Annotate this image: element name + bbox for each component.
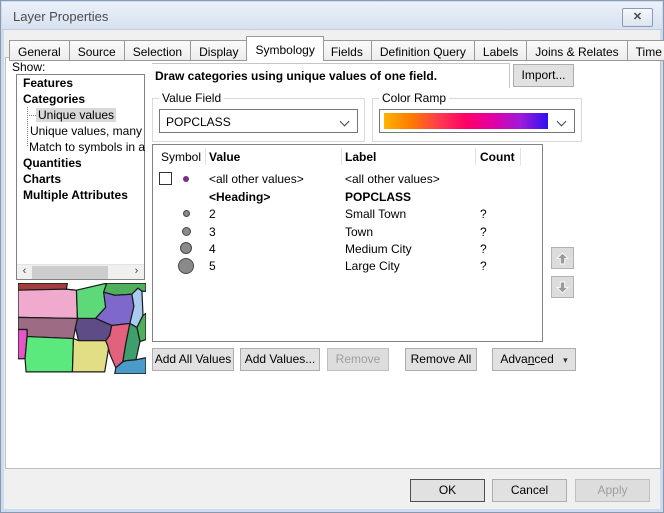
column-divider [341,148,342,165]
state-mo [72,339,108,372]
import-button[interactable]: Import... [513,64,574,87]
tab-joins-relates[interactable]: Joins & Relates [527,40,627,61]
tab-source[interactable]: Source [70,40,125,61]
state-ks [25,337,73,372]
ok-button[interactable]: OK [410,479,485,502]
table-row-heading[interactable]: <Heading> POPCLASS [153,188,542,205]
class-5-symbol[interactable] [178,258,194,274]
column-divider [205,148,206,165]
value-field-value: POPCLASS [166,115,231,129]
show-tree-list: Features Categories Unique values Unique… [16,74,145,280]
show-label: Show: [12,60,45,74]
chevron-down-icon [340,117,350,127]
color-ramp-combobox[interactable] [379,109,575,133]
value-field-combobox[interactable]: POPCLASS [159,109,358,133]
move-up-button[interactable] [551,247,574,269]
tree-item-features[interactable]: Features [17,75,144,91]
tree-item-unique-values-many[interactable]: Unique values, many [17,123,144,139]
class-3-symbol[interactable] [182,227,191,236]
remove-all-button[interactable]: Remove All [405,348,477,371]
add-values-button[interactable]: Add Values... [240,348,320,371]
table-row-all-other-values[interactable]: <all other values> <all other values> [153,170,542,187]
add-all-values-button[interactable]: Add All Values [152,348,234,371]
title-bar[interactable]: Layer Properties ✕ [2,2,662,30]
tree-item-unique-values[interactable]: Unique values [17,107,144,123]
tree-connector [27,131,28,132]
scroll-right-icon[interactable]: › [129,265,144,280]
arrow-down-icon [556,281,569,294]
table-row-class-2[interactable]: 2 Small Town ? [153,205,542,222]
layer-properties-dialog: Layer Properties ✕ General Source Select… [0,0,664,513]
column-header-count[interactable]: Count [480,150,515,164]
color-ramp-group: Color Ramp [372,98,582,142]
color-ramp-label: Color Ramp [379,91,449,105]
tab-time[interactable]: Time [628,40,664,61]
map-preview-image [18,283,146,374]
tree-item-categories[interactable]: Categories [17,91,144,107]
all-other-values-symbol[interactable] [183,176,189,182]
tree-item-quantities[interactable]: Quantities [17,155,144,171]
symbology-tab-page: Show: Features Categories Unique values … [5,57,661,469]
move-down-button[interactable] [551,276,574,298]
tree-item-match-to-symbols[interactable]: Match to symbols in a [17,139,144,155]
description-box: Draw categories using unique values of o… [152,63,510,88]
close-button[interactable]: ✕ [622,8,653,27]
advanced-button[interactable]: Advanced ▾ [492,348,576,371]
tab-general[interactable]: General [9,40,70,61]
table-row-class-5[interactable]: 5 Large City ? [153,257,542,274]
description-text: Draw categories using unique values of o… [155,69,437,83]
map-preview [18,283,146,374]
tree-item-multiple-attributes[interactable]: Multiple Attributes [17,187,144,203]
close-icon: ✕ [633,11,642,23]
tab-labels[interactable]: Labels [475,40,527,61]
column-header-label[interactable]: Label [345,150,376,164]
value-field-label: Value Field [159,91,224,105]
tab-definition-query[interactable]: Definition Query [372,40,475,61]
tree-horizontal-scrollbar[interactable]: ‹ › [17,264,144,279]
tab-fields[interactable]: Fields [323,40,372,61]
state-sd [18,289,77,318]
scrollbar-thumb[interactable] [32,266,108,279]
arrow-up-icon [556,252,569,265]
all-other-values-checkbox[interactable] [159,172,172,185]
column-header-symbol[interactable]: Symbol [161,150,201,164]
value-field-group: Value Field POPCLASS [152,98,365,142]
table-row-class-3[interactable]: 3 Town ? [153,223,542,240]
class-2-symbol[interactable] [183,210,190,217]
cancel-button[interactable]: Cancel [492,479,567,502]
tab-symbology[interactable]: Symbology [246,36,323,61]
tree-connector [27,115,36,116]
tab-display[interactable]: Display [191,40,247,61]
tab-selection[interactable]: Selection [125,40,191,61]
unique-values-table: Symbol Value Label Count <all other valu… [152,144,543,342]
table-row-class-4[interactable]: 4 Medium City ? [153,240,542,257]
column-header-value[interactable]: Value [209,150,240,164]
window-title: Layer Properties [13,9,108,24]
dropdown-arrow-icon: ▾ [563,355,568,365]
color-ramp-gradient [384,113,548,129]
chevron-down-icon [557,117,567,127]
remove-button[interactable]: Remove [327,348,389,371]
tab-strip: General Source Selection Display Symbolo… [9,36,664,61]
class-4-symbol[interactable] [180,242,192,254]
dialog-body: General Source Selection Display Symbolo… [4,30,660,509]
scroll-left-icon[interactable]: ‹ [17,265,32,280]
column-divider [475,148,476,165]
column-divider [520,148,521,165]
tree-item-charts[interactable]: Charts [17,171,144,187]
apply-button[interactable]: Apply [575,479,650,502]
categories-children: Unique values Unique values, many Match … [17,107,144,155]
